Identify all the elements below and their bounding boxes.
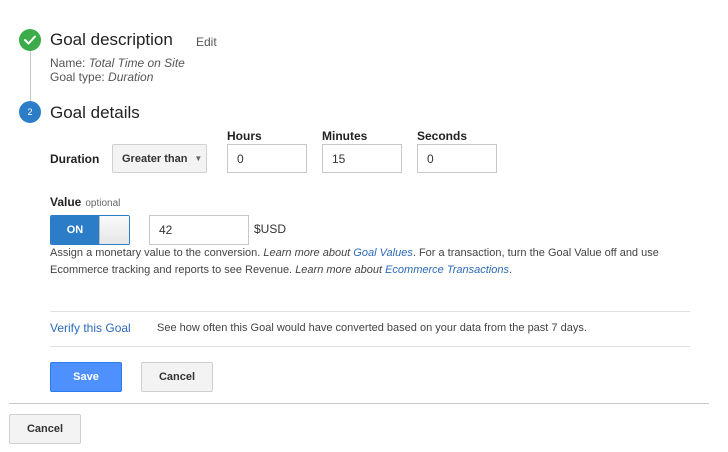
- value-help-learn: Learn more about: [263, 247, 354, 259]
- value-label: Value optional: [50, 195, 120, 209]
- step2-number-badge: 2: [19, 101, 41, 123]
- verify-description: See how often this Goal would have conve…: [157, 322, 587, 334]
- step-connector: [29, 51, 31, 101]
- value-help-text-cont: . For a transaction, turn the Goal Value…: [412, 247, 659, 259]
- divider: [50, 311, 690, 312]
- cancel-button[interactable]: Cancel: [141, 362, 213, 392]
- comparison-select-value: Greater than: [122, 152, 188, 165]
- outer-cancel-button[interactable]: Cancel: [9, 414, 81, 444]
- value-label-text: Value: [50, 195, 82, 209]
- duration-label: Duration: [50, 152, 100, 166]
- value-help-text-2: Ecommerce tracking and reports to see Re…: [50, 264, 296, 276]
- seconds-label: Seconds: [417, 129, 468, 143]
- minutes-label: Minutes: [322, 129, 368, 143]
- goal-type-label: Goal type:: [50, 70, 105, 84]
- toggle-knob: [99, 216, 129, 244]
- goal-type: Goal type: Duration: [50, 70, 153, 84]
- goal-values-link[interactable]: Goal Values: [353, 247, 413, 259]
- check-icon: [24, 35, 36, 45]
- value-help-line-2: Ecommerce tracking and reports to see Re…: [50, 264, 690, 276]
- goal-name-label: Name:: [50, 56, 86, 70]
- value-help-period: .: [508, 264, 513, 276]
- step1-title: Goal description: [50, 30, 173, 49]
- divider: [50, 346, 690, 347]
- step-complete-badge: [19, 29, 41, 51]
- divider: [9, 403, 709, 404]
- edit-link[interactable]: Edit: [196, 35, 217, 49]
- currency-label: $USD: [254, 222, 287, 236]
- step2-title: Goal details: [50, 103, 140, 122]
- goal-type-value: Duration: [108, 70, 154, 84]
- verify-goal-link[interactable]: Verify this Goal: [50, 321, 131, 335]
- goal-name-value: Total Time on Site: [88, 56, 185, 70]
- minutes-input[interactable]: [322, 144, 402, 173]
- seconds-input[interactable]: [417, 144, 497, 173]
- value-help-line-1: Assign a monetary value to the conversio…: [50, 247, 690, 259]
- optional-hint: optional: [85, 198, 121, 209]
- caret-down-icon: ▼: [194, 154, 203, 163]
- value-help-learn-2: Learn more about: [295, 264, 386, 276]
- value-help-text: Assign a monetary value to the conversio…: [50, 247, 264, 259]
- value-amount-input[interactable]: [149, 215, 249, 245]
- ecommerce-transactions-link[interactable]: Ecommerce Transactions: [385, 264, 509, 276]
- value-toggle[interactable]: ON: [50, 215, 130, 245]
- hours-label: Hours: [227, 129, 262, 143]
- comparison-select[interactable]: Greater than ▼: [112, 144, 207, 173]
- hours-input[interactable]: [227, 144, 307, 173]
- goal-name: Name: Total Time on Site: [50, 56, 185, 70]
- toggle-on-label: ON: [51, 216, 99, 244]
- save-button[interactable]: Save: [50, 362, 122, 392]
